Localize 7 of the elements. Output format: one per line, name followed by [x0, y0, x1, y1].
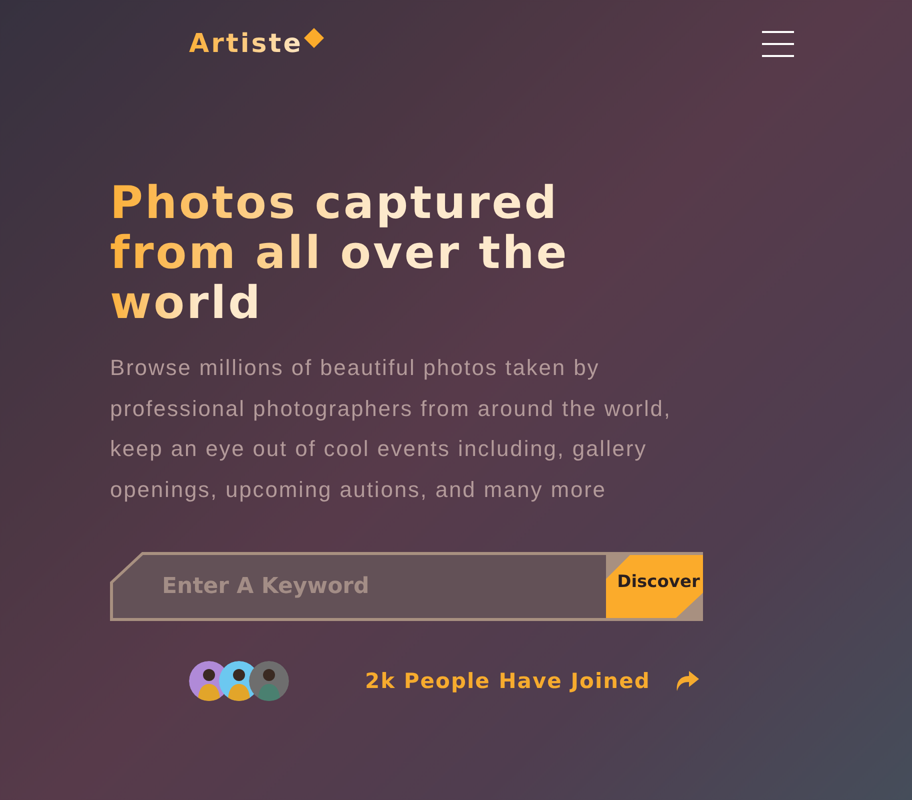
share-arrow-icon[interactable]: [674, 670, 700, 692]
keyword-field[interactable]: Enter A Keyword: [113, 555, 606, 618]
menu-icon[interactable]: [761, 30, 795, 58]
joined-count: 2k People Have Joined: [365, 669, 650, 693]
description: Browse millions of beautiful photos taken by professional photographers from around the world, keep an eye out of cool events including, gallery openings, upcoming autions, and many more: [110, 354, 672, 504]
discover-button[interactable]: Discover: [606, 555, 703, 618]
diamond-icon: [304, 28, 324, 48]
